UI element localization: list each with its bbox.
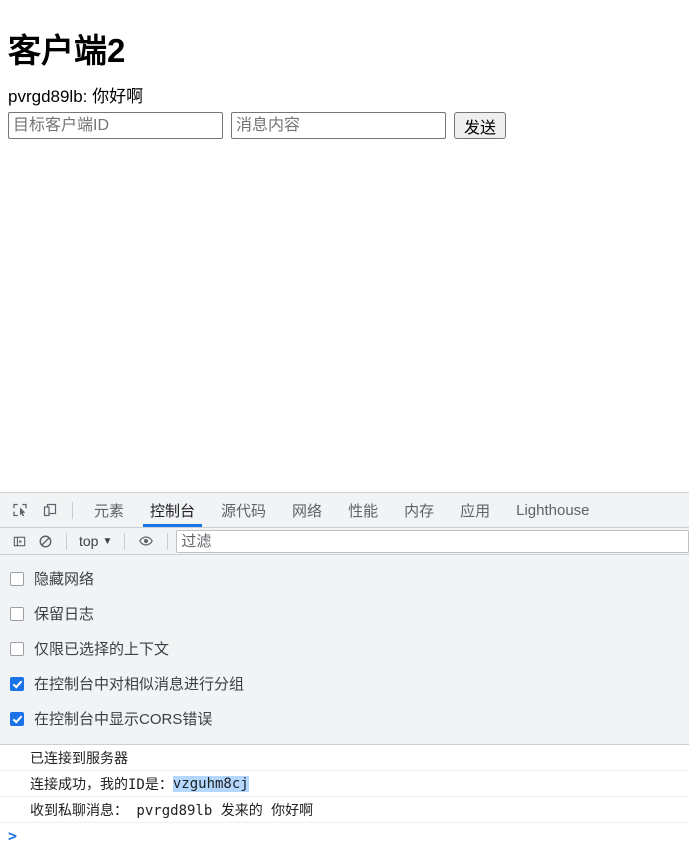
devtools-tabbar: 元素 控制台 源代码 网络 性能 内存 应用 Lighthouse bbox=[0, 493, 689, 528]
console-message-row[interactable]: 已连接到服务器 bbox=[0, 745, 689, 771]
toolbar-divider bbox=[66, 532, 67, 550]
execution-context-selector[interactable]: top ▼ bbox=[75, 533, 116, 549]
setting-label: 在控制台中对相似消息进行分组 bbox=[34, 676, 245, 693]
tab-performance[interactable]: 性能 bbox=[335, 493, 391, 527]
tab-label: 内存 bbox=[404, 502, 435, 520]
setting-label: 隐藏网络 bbox=[34, 571, 95, 588]
web-page-content: 客户端2 pvrgd89lb: 你好啊 发送 bbox=[0, 0, 689, 492]
tab-label: 性能 bbox=[348, 502, 379, 520]
tab-label: 元素 bbox=[94, 502, 125, 520]
device-toolbar-icon[interactable] bbox=[36, 496, 64, 524]
message-list: pvrgd89lb: 你好啊 bbox=[8, 86, 668, 108]
console-settings-pane: 隐藏网络 保留日志 仅限已选择的上下文 在控制台中对相似消息进行分组 在控制台中… bbox=[0, 555, 689, 745]
tab-label: 应用 bbox=[460, 502, 491, 520]
execution-context-label: top bbox=[79, 533, 99, 549]
tab-lighthouse[interactable]: Lighthouse bbox=[503, 493, 602, 527]
message-composer: 发送 bbox=[8, 112, 506, 139]
tab-console[interactable]: 控制台 bbox=[137, 493, 208, 527]
console-message-highlight: vzguhm8cj bbox=[172, 775, 249, 792]
setting-label: 仅限已选择的上下文 bbox=[34, 641, 170, 658]
console-message-row[interactable]: 收到私聊消息： pvrgd89lb 发来的 你好啊 bbox=[0, 797, 689, 823]
filter-input[interactable] bbox=[176, 529, 689, 553]
tab-elements[interactable]: 元素 bbox=[81, 493, 137, 527]
setting-show-cors-errors[interactable]: 在控制台中显示CORS错误 bbox=[0, 701, 689, 736]
setting-selected-context-only[interactable]: 仅限已选择的上下文 bbox=[0, 631, 689, 666]
console-filter-toolbar: top ▼ bbox=[0, 528, 689, 555]
toolbar-divider bbox=[72, 501, 73, 519]
inspect-element-icon[interactable] bbox=[6, 496, 34, 524]
console-output: 已连接到服务器 连接成功，我的ID是： vzguhm8cj 收到私聊消息： pv… bbox=[0, 745, 689, 849]
setting-label: 保留日志 bbox=[34, 606, 95, 623]
setting-preserve-log[interactable]: 保留日志 bbox=[0, 596, 689, 631]
console-prompt-row[interactable]: > bbox=[0, 823, 689, 849]
devtools-panel: 元素 控制台 源代码 网络 性能 内存 应用 Lighthouse top ▼ … bbox=[0, 492, 689, 859]
message-item: pvrgd89lb: 你好啊 bbox=[8, 87, 144, 106]
toolbar-divider bbox=[167, 532, 169, 550]
tab-label: Lighthouse bbox=[516, 501, 590, 519]
checkbox[interactable] bbox=[10, 676, 24, 691]
console-message-text: 收到私聊消息： pvrgd89lb 发来的 你好啊 bbox=[30, 802, 314, 819]
checkbox[interactable] bbox=[10, 711, 24, 726]
setting-group-similar[interactable]: 在控制台中对相似消息进行分组 bbox=[0, 666, 689, 701]
console-message-row[interactable]: 连接成功，我的ID是： vzguhm8cj bbox=[0, 771, 689, 797]
target-client-id-input[interactable] bbox=[8, 112, 223, 139]
chevron-down-icon: ▼ bbox=[102, 535, 113, 547]
setting-label: 在控制台中显示CORS错误 bbox=[34, 711, 213, 728]
toolbar-divider bbox=[124, 532, 126, 550]
live-expression-eye-icon[interactable] bbox=[133, 529, 159, 553]
clear-console-icon[interactable] bbox=[32, 529, 58, 553]
checkbox[interactable] bbox=[10, 571, 24, 586]
tab-sources[interactable]: 源代码 bbox=[208, 493, 279, 527]
page-title: 客户端2 bbox=[8, 32, 126, 70]
tab-network[interactable]: 网络 bbox=[279, 493, 335, 527]
console-message-text: 连接成功，我的ID是： bbox=[30, 776, 173, 793]
tab-label: 控制台 bbox=[150, 502, 196, 520]
message-content-input[interactable] bbox=[231, 112, 446, 139]
console-prompt-arrow-icon: > bbox=[8, 826, 18, 845]
tab-application[interactable]: 应用 bbox=[447, 493, 503, 527]
setting-hide-network[interactable]: 隐藏网络 bbox=[0, 561, 689, 596]
send-button[interactable]: 发送 bbox=[454, 112, 506, 139]
tab-label: 源代码 bbox=[221, 502, 267, 520]
console-prompt-input[interactable] bbox=[25, 825, 689, 847]
tab-label: 网络 bbox=[292, 502, 323, 520]
tab-memory[interactable]: 内存 bbox=[391, 493, 447, 527]
console-sidebar-icon[interactable] bbox=[6, 529, 32, 553]
console-message-text: 已连接到服务器 bbox=[30, 750, 128, 767]
checkbox[interactable] bbox=[10, 606, 24, 621]
checkbox[interactable] bbox=[10, 641, 24, 656]
